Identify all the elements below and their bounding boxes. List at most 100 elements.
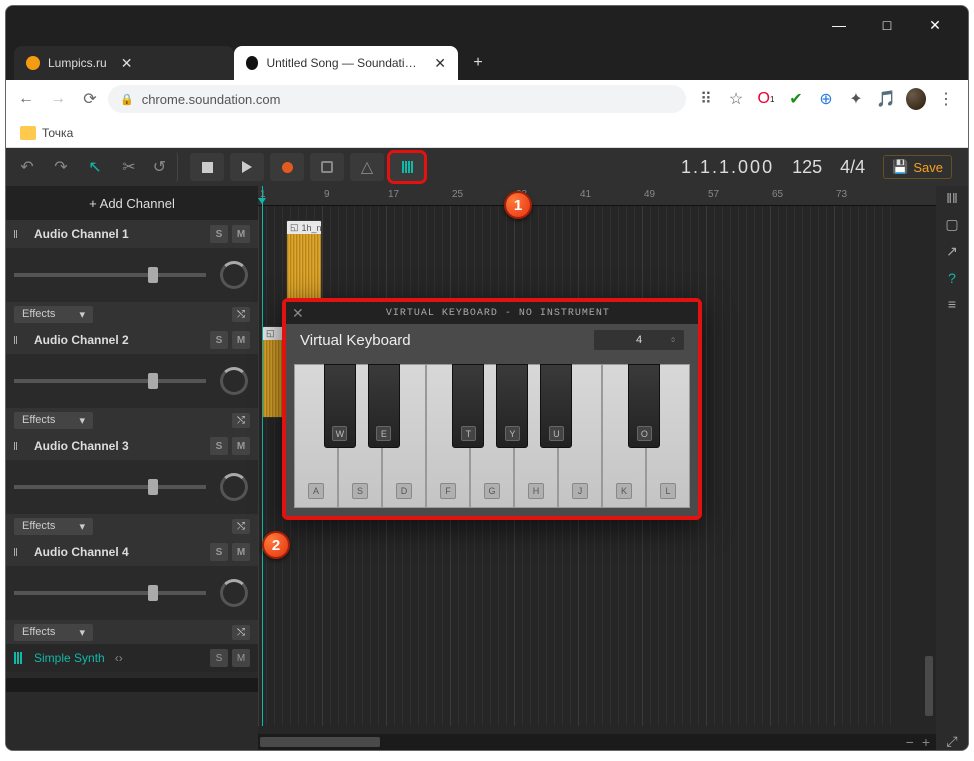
key-label: J bbox=[572, 483, 588, 499]
channel-1[interactable]: Audio Channel 1SM Effects▾⤭ bbox=[6, 220, 258, 326]
save-button[interactable]: 💾Save bbox=[883, 155, 952, 179]
reload-button[interactable]: ⟳ bbox=[76, 85, 104, 113]
position-display[interactable]: 1.1.1.000 bbox=[681, 157, 774, 178]
solo-button[interactable]: S bbox=[210, 437, 228, 455]
share-icon[interactable]: ↗ bbox=[946, 243, 958, 260]
new-tab-button[interactable]: + bbox=[464, 49, 492, 77]
pan-knob[interactable] bbox=[220, 473, 248, 501]
mute-button[interactable]: M bbox=[232, 225, 250, 243]
channel-4[interactable]: Audio Channel 4SM Effects▾⤭ bbox=[6, 538, 258, 644]
effects-dropdown[interactable]: Effects▾ bbox=[14, 412, 93, 429]
cut-tool[interactable]: ✂ bbox=[114, 152, 144, 182]
tab-close-icon[interactable]: ✕ bbox=[121, 55, 133, 72]
extensions-icon[interactable]: ✦ bbox=[846, 89, 866, 109]
automation-button[interactable]: ⤭ bbox=[232, 413, 250, 428]
metronome-button[interactable]: △ bbox=[350, 153, 384, 181]
solo-button[interactable]: S bbox=[210, 543, 228, 561]
avatar-icon[interactable] bbox=[906, 89, 926, 109]
effects-dropdown[interactable]: Effects▾ bbox=[14, 624, 93, 641]
horizontal-scrollbar[interactable]: −+ bbox=[258, 734, 936, 750]
ext-globe-icon[interactable]: ⊕ bbox=[816, 89, 836, 109]
octave-select[interactable]: 4 bbox=[594, 330, 684, 350]
ext-music-icon[interactable]: 🎵 bbox=[876, 89, 896, 109]
ext-check-icon[interactable]: ✔ bbox=[786, 89, 806, 109]
scroll-thumb[interactable] bbox=[260, 737, 380, 747]
back-button[interactable]: ← bbox=[12, 85, 40, 113]
pointer-tool[interactable]: ↖ bbox=[80, 152, 110, 182]
play-button[interactable] bbox=[230, 153, 264, 181]
forward-button[interactable]: → bbox=[44, 85, 72, 113]
volume-fader[interactable] bbox=[14, 485, 206, 489]
add-channel-button[interactable]: + Add Channel bbox=[6, 186, 258, 220]
window-min[interactable]: — bbox=[816, 10, 862, 40]
library-icon[interactable]: ǁǁ bbox=[946, 190, 958, 206]
settings-icon[interactable]: ≡ bbox=[948, 296, 956, 312]
automation-button[interactable]: ⤭ bbox=[232, 307, 250, 322]
timesig-display[interactable]: 4/4 bbox=[840, 157, 865, 178]
close-icon[interactable]: ✕ bbox=[292, 305, 304, 322]
channel-scroll[interactable] bbox=[6, 678, 258, 692]
record-button[interactable] bbox=[270, 153, 304, 181]
black-key[interactable]: E bbox=[368, 364, 400, 448]
folder-icon[interactable]: ▢ bbox=[945, 216, 958, 233]
stop-button[interactable] bbox=[190, 153, 224, 181]
virtual-keyboard-panel[interactable]: ✕ VIRTUAL KEYBOARD - NO INSTRUMENT Virtu… bbox=[282, 298, 702, 520]
zoom-in[interactable]: + bbox=[922, 734, 930, 750]
effects-dropdown[interactable]: Effects▾ bbox=[14, 306, 93, 323]
bookmark-folder[interactable]: Точка bbox=[14, 122, 79, 144]
omnibox[interactable]: 🔒 chrome.soundation.com bbox=[108, 85, 686, 113]
ext-opera-icon[interactable]: O1 bbox=[756, 89, 776, 109]
virtual-keyboard-button[interactable] bbox=[390, 153, 424, 181]
star-icon[interactable]: ☆ bbox=[726, 89, 746, 109]
mute-button[interactable]: M bbox=[232, 331, 250, 349]
solo-button[interactable]: S bbox=[210, 225, 228, 243]
expand-icon[interactable]: ⤢ bbox=[946, 733, 957, 750]
tempo-display[interactable]: 125 bbox=[792, 157, 822, 178]
window-titlebar[interactable]: — □ ✕ bbox=[6, 6, 968, 44]
window-close[interactable]: ✕ bbox=[912, 10, 958, 40]
pan-knob[interactable] bbox=[220, 579, 248, 607]
tab-soundation[interactable]: Untitled Song — Soundation Stu ✕ bbox=[234, 46, 458, 80]
black-key[interactable]: O bbox=[628, 364, 660, 448]
stepper-icon[interactable]: ‹› bbox=[115, 651, 123, 665]
solo-button[interactable]: S bbox=[210, 331, 228, 349]
redo-button[interactable]: ↷ bbox=[46, 152, 76, 182]
channel-3[interactable]: Audio Channel 3SM Effects▾⤭ bbox=[6, 432, 258, 538]
menu-icon[interactable]: ⋮ bbox=[936, 89, 956, 109]
effects-dropdown[interactable]: Effects▾ bbox=[14, 518, 93, 535]
volume-fader[interactable] bbox=[14, 379, 206, 383]
mute-button[interactable]: M bbox=[232, 543, 250, 561]
ruler[interactable]: 1 9 17 25 33 41 49 57 65 73 bbox=[258, 186, 936, 206]
screen-button[interactable] bbox=[310, 153, 344, 181]
automation-button[interactable]: ⤭ bbox=[232, 625, 250, 640]
black-key[interactable]: T bbox=[452, 364, 484, 448]
mute-button[interactable]: M bbox=[232, 649, 250, 667]
pan-knob[interactable] bbox=[220, 367, 248, 395]
translate-icon[interactable]: ⠿ bbox=[696, 89, 716, 109]
black-key[interactable]: Y bbox=[496, 364, 528, 448]
black-key[interactable]: U bbox=[540, 364, 572, 448]
undo-button[interactable]: ↶ bbox=[12, 152, 42, 182]
mute-button[interactable]: M bbox=[232, 437, 250, 455]
save-icon: 💾 bbox=[892, 159, 908, 175]
pan-knob[interactable] bbox=[220, 261, 248, 289]
help-icon[interactable]: ? bbox=[948, 270, 956, 286]
playhead[interactable] bbox=[262, 186, 263, 726]
automation-button[interactable]: ⤭ bbox=[232, 519, 250, 534]
vertical-scrollbar[interactable] bbox=[922, 366, 936, 732]
solo-button[interactable]: S bbox=[210, 649, 228, 667]
soundation-app: ↶ ↷ ↖ ✂ ↺ △ 1.1.1.000 125 4/4 💾Save bbox=[6, 148, 968, 750]
black-key[interactable]: W bbox=[324, 364, 356, 448]
volume-fader[interactable] bbox=[14, 273, 206, 277]
window-max[interactable]: □ bbox=[864, 10, 910, 40]
channel-2[interactable]: Audio Channel 2SM Effects▾⤭ bbox=[6, 326, 258, 432]
tab-close-icon[interactable]: ✕ bbox=[434, 55, 446, 72]
zoom-out[interactable]: − bbox=[906, 734, 914, 750]
channel-simple-synth[interactable]: Simple Synth ‹› SM bbox=[6, 644, 258, 672]
tab-lumpics[interactable]: Lumpics.ru ✕ bbox=[14, 46, 234, 80]
browser-window: — □ ✕ Lumpics.ru ✕ Untitled Song — Sound… bbox=[5, 5, 969, 751]
key-label: O bbox=[637, 426, 652, 441]
volume-fader[interactable] bbox=[14, 591, 206, 595]
key-label: S bbox=[352, 483, 368, 499]
loop-tool[interactable]: ↺ bbox=[148, 152, 178, 182]
